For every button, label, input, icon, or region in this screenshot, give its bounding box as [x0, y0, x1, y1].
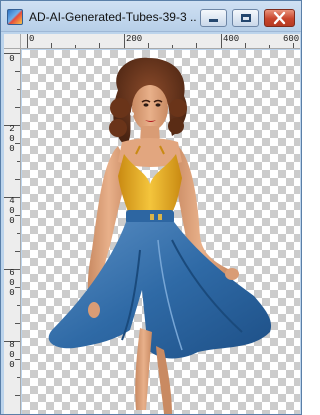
pin-up-woman-tube: [48, 57, 272, 414]
close-icon: [273, 11, 286, 25]
close-button[interactable]: [264, 9, 295, 27]
ruler-label-400: 400: [223, 34, 240, 44]
ruler-label-200: 200: [126, 34, 143, 44]
ruler-vlabel-800-d2: 0: [9, 350, 15, 360]
ruler-vlabel-400-d3: 0: [9, 216, 15, 226]
ruler-vlabel-0-digit: 0: [9, 54, 15, 64]
minimize-button[interactable]: [200, 9, 227, 27]
maximize-icon: [241, 14, 251, 22]
ruler-vlabel-800-d1: 8: [9, 340, 15, 350]
ruler-vlabel-600-d2: 0: [9, 278, 15, 288]
ruler-corner: [4, 34, 21, 49]
ruler-vlabel-600-d1: 6: [9, 268, 15, 278]
vertical-ruler[interactable]: 0 2 0 0 4 0 0 6 0 0 8 0 0: [4, 49, 21, 414]
paint-shop-pro-icon[interactable]: [7, 9, 23, 25]
ruler-vlabel-200-d1: 2: [9, 124, 15, 134]
ruler-label-0: 0: [29, 34, 35, 44]
ruler-label-600: 600: [283, 34, 300, 44]
image-window: AD-AI-Generated-Tubes-39-3 ... 0 200 400…: [0, 0, 302, 415]
horizontal-ruler-ticks: [27, 34, 294, 48]
minimize-icon: [209, 19, 218, 22]
ruler-vlabel-800-d3: 0: [9, 360, 15, 370]
image-canvas[interactable]: [22, 50, 300, 414]
ruler-vlabel-200-d2: 0: [9, 134, 15, 144]
ruler-vlabel-400-d2: 0: [9, 206, 15, 216]
ruler-vlabel-600-d3: 0: [9, 288, 15, 298]
ruler-vlabel-400-d1: 4: [9, 196, 15, 206]
title-bar[interactable]: AD-AI-Generated-Tubes-39-3 ...: [1, 1, 301, 32]
horizontal-ruler[interactable]: 0 200 400 600: [21, 34, 300, 49]
maximize-button[interactable]: [232, 9, 259, 27]
window-title: AD-AI-Generated-Tubes-39-3 ...: [29, 10, 197, 24]
ruler-vlabel-200-d3: 0: [9, 144, 15, 154]
